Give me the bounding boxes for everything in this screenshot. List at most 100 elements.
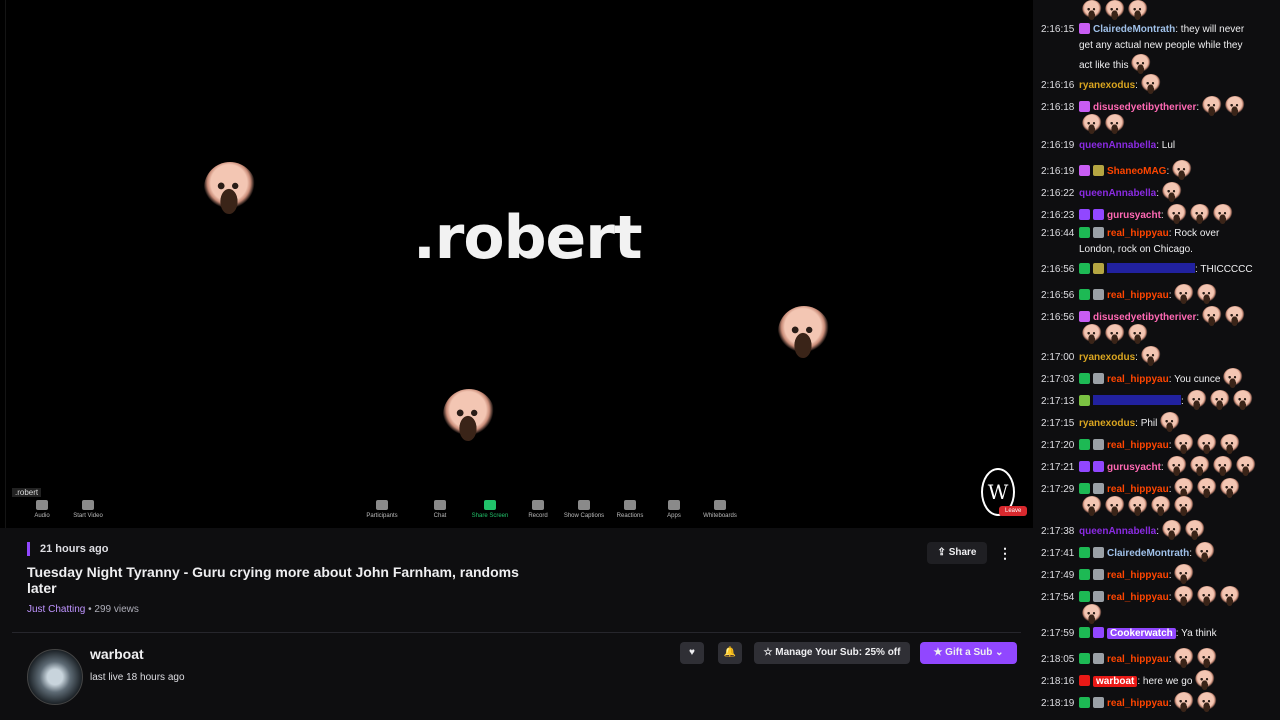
chat-message[interactable]: 2:17:21 gurusyacht: <box>1041 456 1273 476</box>
chat-message[interactable]: 2:17:59 Cookerwatch: Ya think <box>1041 626 1273 642</box>
manage-sub-button[interactable]: ☆ Manage Your Sub: 25% off <box>754 642 910 664</box>
chat-message[interactable]: 2:17:00 ryanexodus: <box>1041 346 1273 366</box>
chat-message[interactable]: 2:17:49 real_hippyau: <box>1041 564 1273 584</box>
chat-username[interactable]: ryanexodus <box>1079 418 1135 429</box>
emote-icon <box>1174 284 1195 304</box>
chat-message[interactable]: 2:17:20 real_hippyau: <box>1041 434 1273 454</box>
chat-username[interactable]: real_hippyau <box>1107 654 1169 665</box>
video-player[interactable]: .robert .robert Audio Start Video Particip… <box>0 0 1033 528</box>
chat-timestamp: 2:16:22 <box>1041 188 1075 199</box>
chat-username[interactable]: ryanexodus <box>1079 352 1135 363</box>
chat-message[interactable]: 2:16:56: THICCCCC <box>1041 262 1273 278</box>
chat-username[interactable]: real_hippyau <box>1107 228 1169 239</box>
chat-username[interactable]: real_hippyau <box>1107 698 1169 709</box>
chat-username[interactable]: real_hippyau <box>1107 592 1169 603</box>
chat-username[interactable]: gurusyacht <box>1107 462 1161 473</box>
chat-message[interactable]: 2:16:44 real_hippyau: Rock over <box>1041 226 1273 242</box>
toolbar-start-video-button[interactable]: Start Video <box>58 500 118 519</box>
chat-username[interactable]: real_hippyau <box>1107 570 1169 581</box>
emote-icon <box>1195 670 1216 690</box>
emote-icon <box>1128 324 1148 344</box>
emote-icon <box>1197 284 1218 304</box>
chat-message[interactable] <box>1041 0 1273 20</box>
chat-message[interactable]: 2:17:54 real_hippyau: <box>1041 586 1273 606</box>
chat-username-obscured[interactable] <box>1107 263 1195 273</box>
follow-heart-button[interactable]: ♥ <box>680 642 704 664</box>
chat-message[interactable]: 2:16:18 disusedyetibytheriver: <box>1041 96 1273 116</box>
chat-message[interactable]: 2:16:56 real_hippyau: <box>1041 284 1273 304</box>
chat-message[interactable]: 2:16:19 ShaneoMAG: <box>1041 160 1273 180</box>
chat-badge-icon <box>1079 395 1090 406</box>
chat-username[interactable]: Cookerwatch <box>1107 628 1176 639</box>
chat-message[interactable]: 2:17:41 ClairedeMontrath: <box>1041 542 1273 562</box>
chat-username-obscured[interactable] <box>1093 395 1181 405</box>
notification-bell-button[interactable]: 🔔 <box>718 642 742 664</box>
record-icon <box>532 500 544 510</box>
channel-name[interactable]: warboat <box>90 646 144 662</box>
chat-message[interactable]: 2:18:16 warboat: here we go <box>1041 670 1273 690</box>
category-link[interactable]: Just Chatting <box>27 604 85 615</box>
chat-panel: 2:16:15 ClairedeMontrath: they will never… <box>1033 0 1280 720</box>
chat-message[interactable]: 2:18:19 real_hippyau: <box>1041 692 1273 712</box>
chat-badge-icon <box>1079 311 1090 322</box>
toolbar-label: Reactions <box>616 513 644 519</box>
chat-message[interactable]: 2:16:22 queenAnnabella: <box>1041 182 1273 202</box>
chat-message[interactable]: 2:18:05 real_hippyau: <box>1041 648 1273 668</box>
toolbar-whiteboards-button[interactable]: Whiteboards <box>690 500 750 519</box>
chat-message[interactable]: 2:16:15 ClairedeMontrath: they will never <box>1041 22 1273 38</box>
chat-badge-icon <box>1093 483 1104 494</box>
emote-icon <box>1174 496 1194 516</box>
more-options-icon[interactable]: ⋮ <box>997 542 1013 564</box>
chat-message[interactable]: 2:16:56 disusedyetibytheriver: <box>1041 306 1273 326</box>
emote-icon <box>1195 542 1216 562</box>
chat-message[interactable]: 2:17:29 real_hippyau: <box>1041 478 1273 498</box>
chat-username[interactable]: disusedyetibytheriver <box>1093 102 1196 113</box>
chat-username[interactable]: real_hippyau <box>1107 290 1169 301</box>
chat-message[interactable]: 2:17:13: <box>1041 390 1273 410</box>
chat-message[interactable]: 2:16:23 gurusyacht: <box>1041 204 1273 224</box>
gift-sub-button[interactable]: ★ Gift a Sub ⌄ <box>920 642 1017 664</box>
emote-icon <box>1105 496 1125 516</box>
chat-message-continued: get any actual new people while they <box>1079 38 1279 54</box>
chat-message[interactable]: 2:16:19 queenAnnabella: Lul <box>1041 138 1273 154</box>
chat-username[interactable]: ryanexodus <box>1079 80 1135 91</box>
toolbar-participants-button[interactable]: Participants <box>352 500 412 519</box>
chat-username[interactable]: ShaneoMAG <box>1107 166 1166 177</box>
chat-badge-icon <box>1079 209 1090 220</box>
toolbar-label: Whiteboards <box>703 513 737 519</box>
chat-username[interactable]: real_hippyau <box>1107 374 1169 385</box>
chat-message[interactable]: 2:17:38 queenAnnabella: <box>1041 520 1273 540</box>
chat-text: Rock over <box>1171 228 1220 239</box>
leave-button[interactable]: Leave <box>999 506 1028 516</box>
chat-username[interactable]: disusedyetibytheriver <box>1093 312 1196 323</box>
toolbar-label: Apps <box>667 513 681 519</box>
chat-badge-icon <box>1093 591 1104 602</box>
show-captions-icon <box>578 500 590 510</box>
chat-message[interactable]: 2:17:15 ryanexodus: Phil <box>1041 412 1273 432</box>
chat-username[interactable]: warboat <box>1093 676 1138 687</box>
emote-icon <box>1186 390 1207 410</box>
chat-message[interactable]: 2:17:03 real_hippyau: You cunce <box>1041 368 1273 388</box>
chat-badge-icon <box>1079 697 1090 708</box>
toolbar-label: Record <box>528 513 548 519</box>
channel-avatar[interactable] <box>27 649 83 705</box>
chat-username[interactable]: queenAnnabella <box>1079 188 1156 199</box>
chat-username[interactable]: real_hippyau <box>1107 484 1169 495</box>
chat-timestamp: 2:17:54 <box>1041 592 1075 603</box>
chat-username[interactable]: gurusyacht <box>1107 210 1161 221</box>
chat-badge-icon <box>1093 569 1104 580</box>
chat-text: they will never <box>1178 24 1245 35</box>
emote-icon <box>1232 390 1253 410</box>
share-button[interactable]: ⇪ Share <box>927 542 987 564</box>
emote-icon <box>1166 204 1187 224</box>
chat-username[interactable]: ClairedeMontrath <box>1093 24 1175 35</box>
emote-icon <box>1185 520 1206 540</box>
chat-username[interactable]: real_hippyau <box>1107 440 1169 451</box>
chat-username[interactable]: queenAnnabella <box>1079 526 1156 537</box>
chat-message-continued <box>1079 324 1279 344</box>
emote-icon <box>1209 390 1230 410</box>
chat-username[interactable]: ClairedeMontrath <box>1107 548 1189 559</box>
chat-message[interactable]: 2:16:16 ryanexodus: <box>1041 74 1273 94</box>
chat-timestamp: 2:16:23 <box>1041 210 1075 221</box>
chat-username[interactable]: queenAnnabella <box>1079 140 1156 151</box>
